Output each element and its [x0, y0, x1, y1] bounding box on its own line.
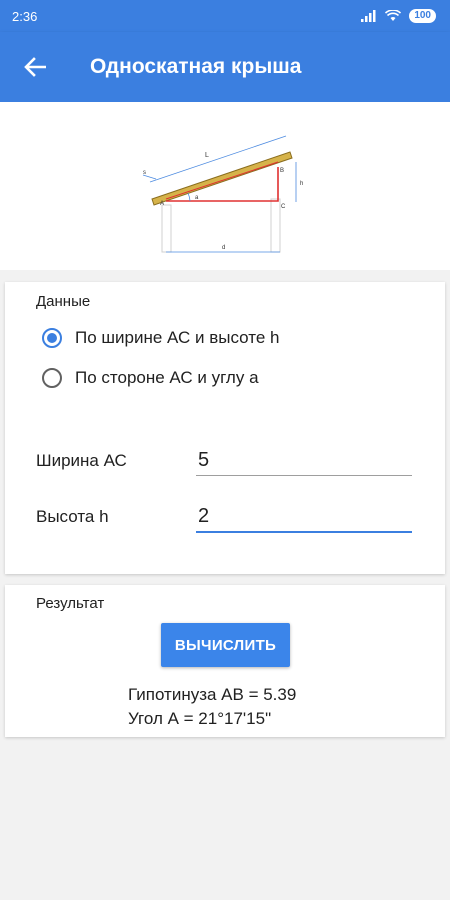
hypotenuse-result: Гипотинуза АВ = 5.39	[128, 685, 297, 704]
label-h: h	[300, 181, 303, 187]
status-bar: 2:36 100	[0, 0, 450, 32]
width-label: Ширина АС	[36, 451, 127, 470]
status-icons: 100	[361, 9, 436, 23]
signal-icon	[361, 10, 376, 22]
option-width-height[interactable]: По ширине АС и высоте h	[42, 328, 279, 348]
calculate-button[interactable]: ВЫЧИСЛИТЬ	[161, 623, 290, 667]
radio-button-unchecked[interactable]	[42, 368, 62, 388]
arrow-back-icon	[24, 57, 46, 77]
label-A: A	[160, 201, 164, 207]
data-card: Данные По ширине АС и высоте h По сторон…	[5, 282, 445, 574]
label-B: B	[280, 168, 284, 174]
app-bar: Односкатная крыша	[0, 32, 450, 102]
label-C: C	[281, 204, 286, 210]
data-section-title: Данные	[36, 293, 91, 310]
height-label: Высота h	[36, 507, 109, 526]
width-input[interactable]	[196, 445, 412, 476]
label-d: d	[222, 245, 225, 251]
status-time: 2:36	[12, 8, 38, 24]
label-L: L	[205, 152, 209, 159]
back-button[interactable]	[0, 32, 70, 102]
option-label: По ширине АС и высоте h	[75, 328, 280, 347]
result-card: Результат ВЫЧИСЛИТЬ Гипотинуза АВ = 5.39…	[5, 585, 445, 737]
wifi-icon	[385, 10, 402, 21]
angle-result: Угол А = 21°17'15"	[128, 709, 272, 728]
result-section-title: Результат	[36, 595, 105, 612]
label-a: a	[195, 195, 199, 201]
page-title: Односкатная крыша	[90, 55, 302, 78]
roof-diagram-area: L s B A C h a d	[0, 102, 450, 270]
option-label: По стороне АС и углу а	[75, 368, 259, 387]
height-input[interactable]	[196, 501, 412, 533]
label-s: s	[143, 170, 146, 176]
roof-diagram: L s B A C h a d	[142, 135, 303, 253]
radio-button-checked[interactable]	[42, 328, 62, 348]
option-side-angle[interactable]: По стороне АС и углу а	[42, 368, 259, 388]
battery-indicator: 100	[409, 9, 436, 23]
